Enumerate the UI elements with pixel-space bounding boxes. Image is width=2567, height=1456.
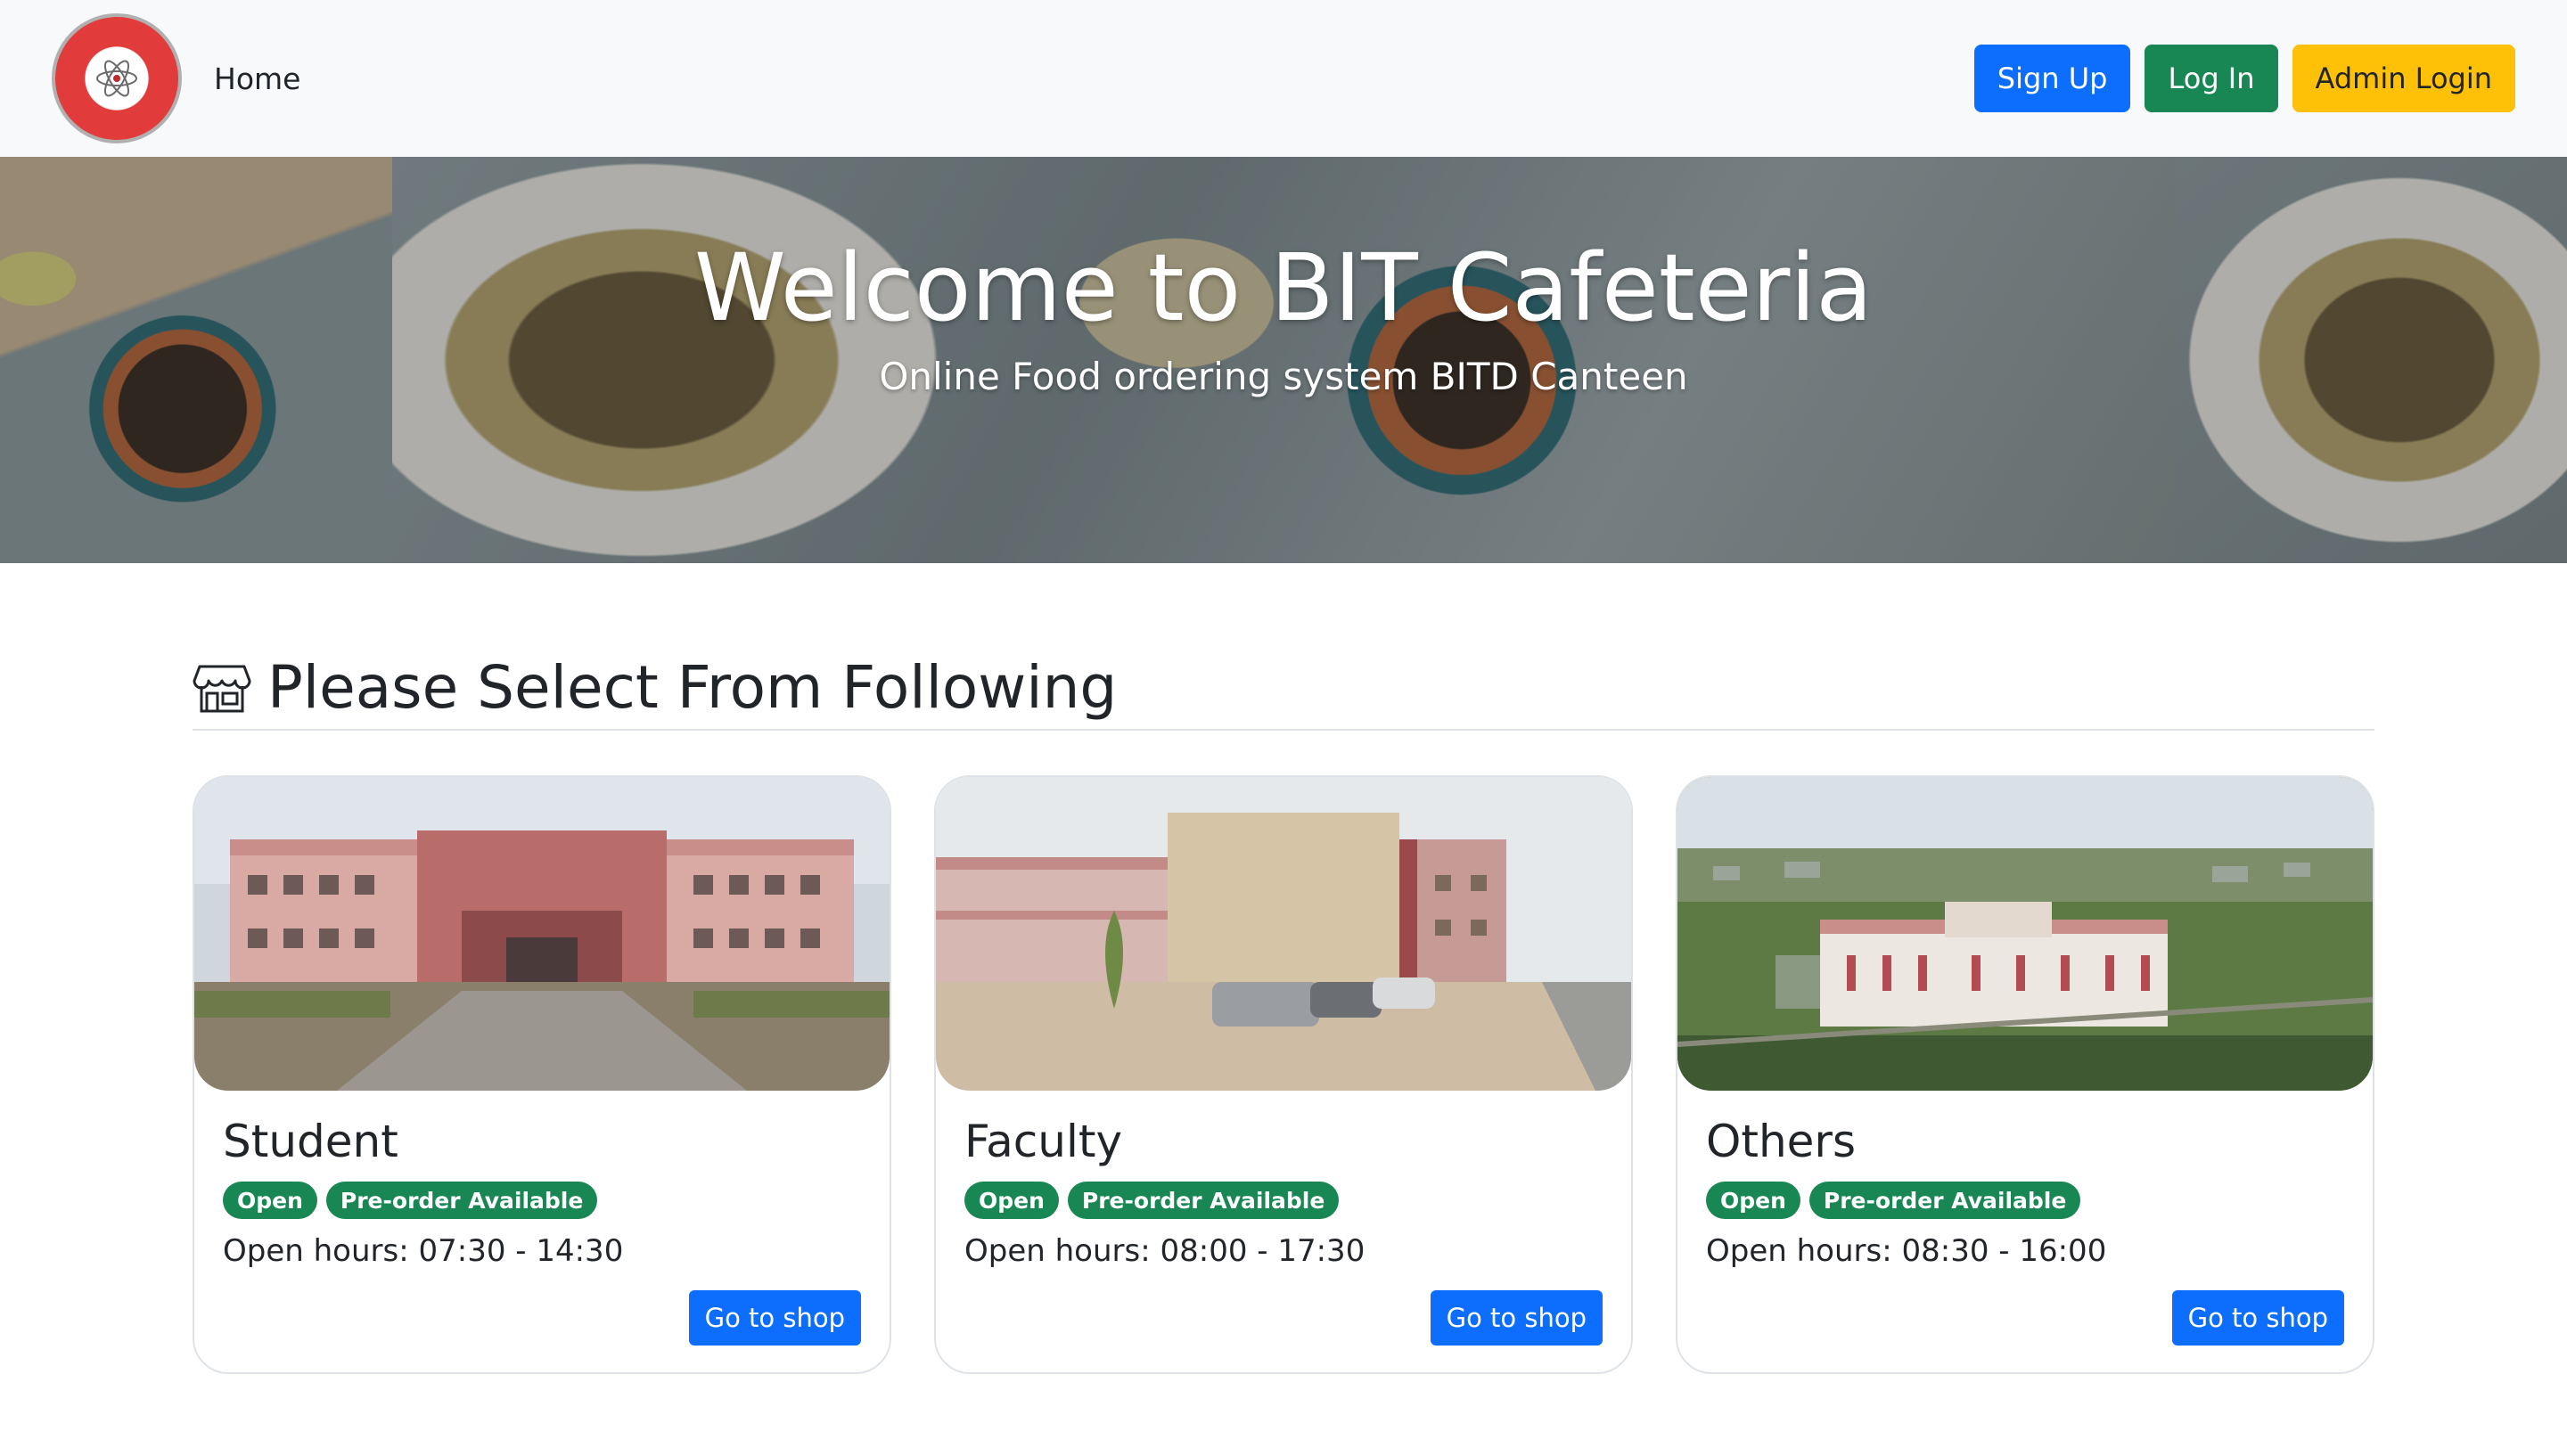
- nav-home-link[interactable]: Home: [214, 61, 300, 96]
- hero-title: Welcome to BIT Cafeteria: [694, 233, 1873, 342]
- student-building-photo: [194, 777, 890, 1091]
- login-button[interactable]: Log In: [2145, 45, 2278, 112]
- go-to-shop-button[interactable]: Go to shop: [2171, 1290, 2344, 1346]
- preorder-badge: Pre-order Available: [325, 1182, 598, 1219]
- shop-card-faculty: Faculty Open Pre-order Available Open ho…: [934, 775, 1633, 1374]
- shop-card-others: Others Open Pre-order Available Open hou…: [1676, 775, 2374, 1374]
- shop-card-student: Student Open Pre-order Available Open ho…: [193, 775, 891, 1374]
- admin-login-button[interactable]: Admin Login: [2292, 45, 2515, 112]
- hero-banner: Welcome to BIT Cafeteria Online Food ord…: [0, 157, 2567, 563]
- preorder-badge: Pre-order Available: [1067, 1182, 1340, 1219]
- faculty-building-photo: [936, 777, 1631, 1091]
- atom-emblem-icon: [90, 52, 144, 105]
- college-seal-icon[interactable]: [52, 13, 182, 143]
- signup-button[interactable]: Sign Up: [1973, 45, 2131, 112]
- go-to-shop-button[interactable]: Go to shop: [1430, 1290, 1603, 1346]
- auth-button-group: Sign Up Log In Admin Login: [1973, 45, 2515, 112]
- badge-group: Open Pre-order Available: [223, 1182, 598, 1219]
- open-badge: Open: [223, 1182, 317, 1219]
- hero-subtitle: Online Food ordering system BITD Canteen: [879, 355, 1688, 398]
- badge-group: Open Pre-order Available: [964, 1182, 1340, 1219]
- card-title: Others: [1706, 1116, 1857, 1167]
- open-badge: Open: [964, 1182, 1059, 1219]
- card-title: Student: [223, 1116, 398, 1167]
- section-heading: Please Select From Following: [193, 645, 2374, 731]
- go-to-shop-button[interactable]: Go to shop: [688, 1290, 861, 1346]
- section-title: Please Select From Following: [267, 652, 1118, 722]
- card-title: Faculty: [964, 1116, 1123, 1167]
- open-hours: Open hours: 08:30 - 16:00: [1706, 1233, 2107, 1269]
- campus-aerial-photo: [1677, 777, 2373, 1091]
- navbar: Home Sign Up Log In Admin Login: [0, 0, 2567, 157]
- open-hours: Open hours: 07:30 - 14:30: [223, 1233, 624, 1269]
- open-hours: Open hours: 08:00 - 17:30: [964, 1233, 1366, 1269]
- shop-icon: [193, 665, 251, 713]
- badge-group: Open Pre-order Available: [1706, 1182, 2081, 1219]
- preorder-badge: Pre-order Available: [1808, 1182, 2081, 1219]
- open-badge: Open: [1706, 1182, 1800, 1219]
